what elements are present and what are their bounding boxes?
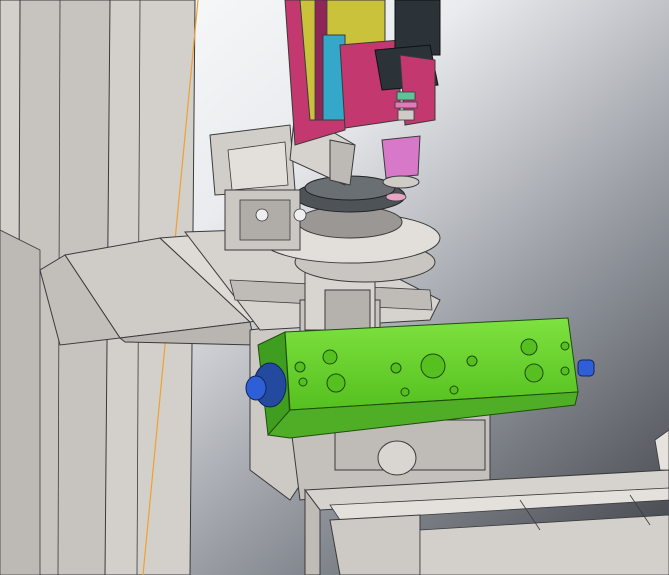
model-canvas[interactable] [0, 0, 669, 575]
roller-wheel [377, 440, 417, 476]
cad-viewport[interactable] [0, 0, 669, 575]
pink-collet [381, 135, 421, 179]
blue-fitting-right[interactable] [577, 359, 595, 377]
